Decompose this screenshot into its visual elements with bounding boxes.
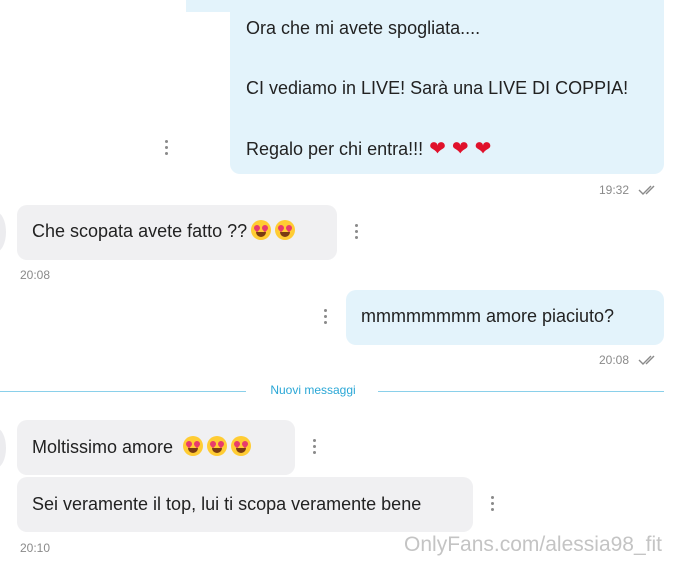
new-messages-label: Nuovi messaggi <box>270 383 356 397</box>
message-text-part: Regalo per chi entra!!! <box>246 139 424 160</box>
message-bubble-incoming[interactable]: Sei veramente il top, lui ti scopa veram… <box>17 477 473 532</box>
watermark: OnlyFans.com/alessia98_fit <box>404 533 662 556</box>
heart-eyes-emoji <box>251 220 272 240</box>
double-check-icon <box>638 355 655 365</box>
heart-eyes-emoji <box>275 220 296 240</box>
message-timestamp: 19:32 <box>599 183 630 197</box>
previous-bubble-edge <box>186 0 246 12</box>
message-options-icon[interactable] <box>165 140 169 155</box>
message-text: Moltissimo amore <box>32 437 174 457</box>
message-timestamp: 20:08 <box>20 268 51 282</box>
message-text: Regalo per chi entra!!! ❤ ❤ ❤ <box>246 137 664 161</box>
message-text: Ora che mi avete spogliata.... <box>246 18 481 38</box>
message-options-icon[interactable] <box>313 439 317 454</box>
message-bubble-incoming[interactable]: Moltissimo amore <box>17 420 295 475</box>
red-heart-emoji: ❤ <box>451 138 469 161</box>
message-bubble-outgoing[interactable]: mmmmmmmm amore piaciuto? <box>346 290 664 345</box>
double-check-icon <box>638 185 655 195</box>
avatar <box>0 428 6 468</box>
avatar <box>0 212 6 252</box>
message-options-icon[interactable] <box>355 224 359 239</box>
divider-line <box>0 391 246 392</box>
message-bubble-incoming[interactable]: Che scopata avete fatto ?? <box>17 205 337 260</box>
heart-eyes-emoji <box>183 436 204 456</box>
red-heart-emoji: ❤ <box>429 138 446 161</box>
message-timestamp: 20:10 <box>20 541 51 555</box>
message-options-icon[interactable] <box>324 309 328 324</box>
message-text: mmmmmmmm amore piaciuto? <box>361 306 615 326</box>
heart-eyes-emoji <box>207 436 228 456</box>
message-options-icon[interactable] <box>491 496 495 511</box>
message-text: Che scopata avete fatto ?? <box>32 221 248 241</box>
message-text: CI vediamo in LIVE! Sarà una LIVE DI COP… <box>246 77 629 98</box>
red-heart-emoji: ❤ <box>474 138 492 161</box>
message-text: Sei veramente il top, lui ti scopa veram… <box>32 494 422 514</box>
divider-line <box>378 391 664 392</box>
heart-eyes-emoji <box>231 436 252 456</box>
message-timestamp: 20:08 <box>599 353 630 367</box>
message-bubble-outgoing[interactable]: Ora che mi avete spogliata.... CI vediam… <box>230 0 664 174</box>
